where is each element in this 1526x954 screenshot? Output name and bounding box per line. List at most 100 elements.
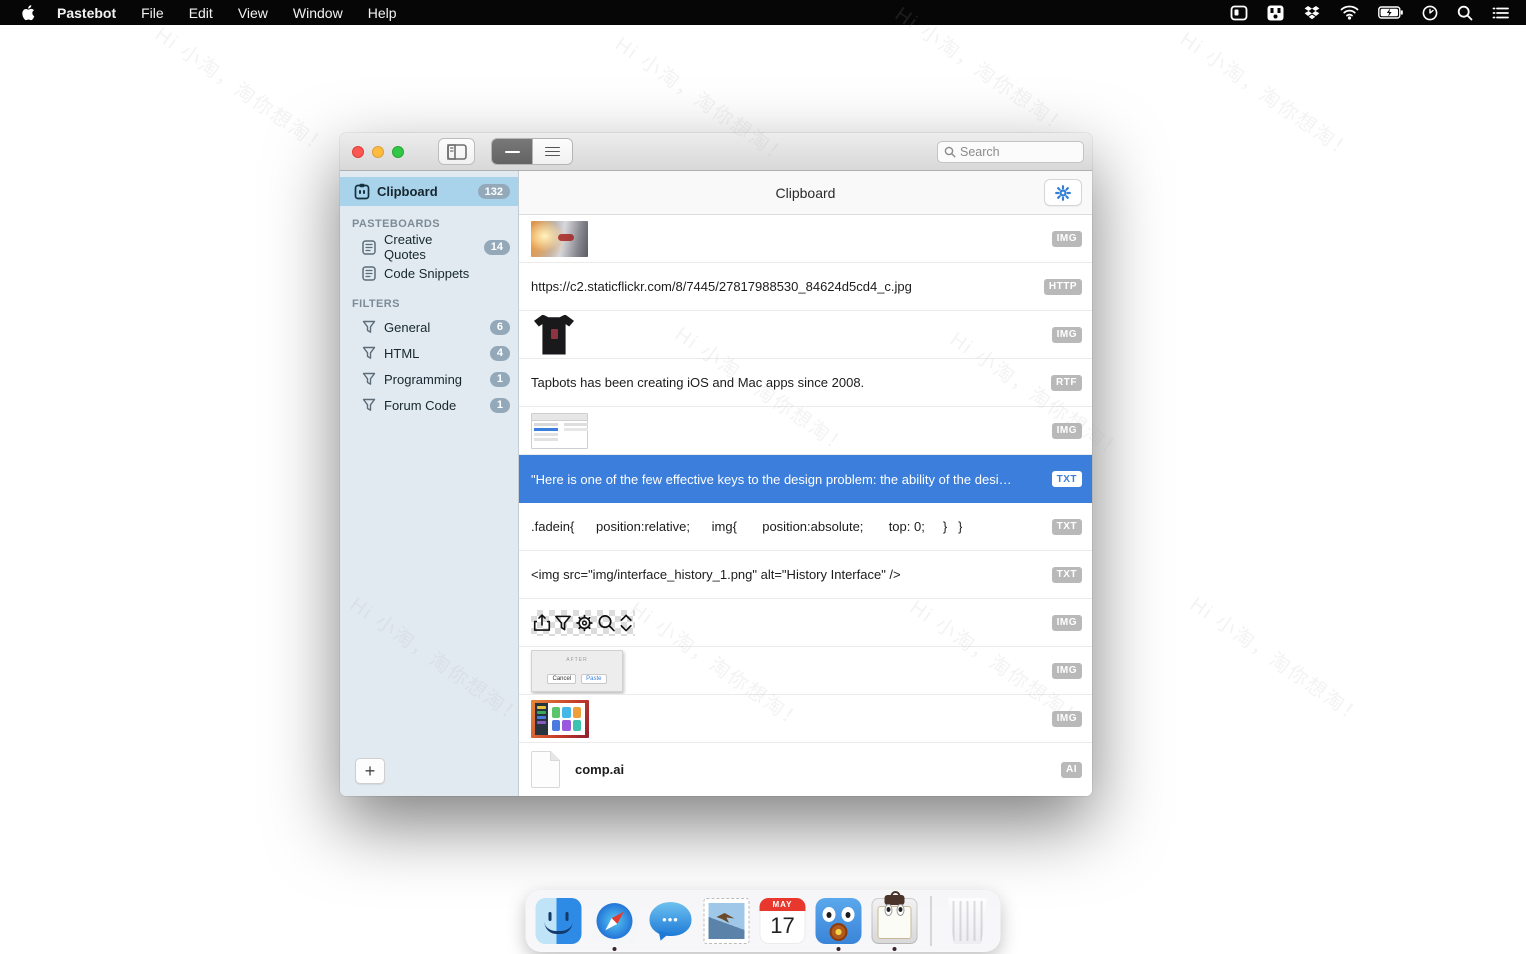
- share-icon: [533, 613, 551, 633]
- list-item[interactable]: IMG: [519, 695, 1092, 743]
- compass-needle: [602, 909, 626, 933]
- search-placeholder: Search: [960, 145, 1000, 159]
- dialog-title: AFTER: [532, 657, 622, 663]
- add-pasteboard-button[interactable]: +: [355, 758, 385, 784]
- pastebot-menu-icon[interactable]: [1230, 5, 1248, 21]
- sidebar-item-general[interactable]: General 6: [340, 314, 518, 340]
- type-badge: IMG: [1052, 711, 1082, 727]
- clipboard-count-badge: 132: [478, 184, 510, 199]
- filter-funnel-icon: [361, 346, 377, 360]
- list-item[interactable]: IMG: [519, 215, 1092, 263]
- sidebar-item-label: Clipboard: [377, 184, 471, 199]
- menu-item-view[interactable]: View: [238, 5, 268, 21]
- dropbox-icon[interactable]: [1303, 5, 1321, 21]
- search-input[interactable]: Search: [937, 141, 1084, 163]
- menu-bar: Pastebot File Edit View Window Help: [0, 0, 1526, 25]
- messages-dock-icon[interactable]: •••: [648, 898, 694, 944]
- sidebar-item-forum-code[interactable]: Forum Code 1: [340, 392, 518, 418]
- type-badge: IMG: [1052, 231, 1082, 247]
- clip-text: "Here is one of the few effective keys t…: [531, 472, 1012, 487]
- apple-menu-icon[interactable]: [21, 5, 36, 21]
- type-badge: AI: [1061, 762, 1082, 778]
- menu-item-file[interactable]: File: [141, 5, 164, 21]
- sidebar-item-clipboard[interactable]: Clipboard 132: [340, 177, 518, 206]
- finder-eye: [566, 912, 569, 921]
- type-badge: TXT: [1052, 567, 1082, 583]
- zoom-button[interactable]: [392, 146, 404, 158]
- calendar-dock-icon[interactable]: MAY 17: [760, 898, 806, 944]
- clip-text: comp.ai: [575, 762, 624, 777]
- type-badge: IMG: [1052, 327, 1082, 343]
- clip-thumbnail-dialog: AFTER Cancel Paste: [531, 650, 623, 692]
- sidebar-item-programming[interactable]: Programming 1: [340, 366, 518, 392]
- clip-thumbnail-colorful: [531, 700, 589, 738]
- type-badge: TXT: [1052, 471, 1082, 487]
- filter-funnel-icon: [361, 372, 377, 386]
- menu-item-help[interactable]: Help: [368, 5, 397, 21]
- mail-dock-icon[interactable]: [704, 898, 750, 944]
- list-item[interactable]: Tapbots has been creating iOS and Mac ap…: [519, 359, 1092, 407]
- clipboard-icon: [354, 183, 370, 200]
- running-indicator: [893, 947, 897, 951]
- detail-view-segment[interactable]: [532, 139, 572, 164]
- clipboard-list: IMG https://c2.staticflickr.com/8/7445/2…: [519, 215, 1092, 796]
- list-item[interactable]: IMG: [519, 407, 1092, 455]
- notification-list-icon[interactable]: [1492, 6, 1510, 20]
- running-indicator: [837, 947, 841, 951]
- funnel-icon: [554, 613, 572, 633]
- sidebar-item-label: General: [384, 320, 483, 335]
- bird-eye: [842, 907, 855, 922]
- spotlight-search-icon[interactable]: [1457, 5, 1473, 21]
- document-file-icon: [531, 751, 560, 788]
- wifi-icon[interactable]: [1340, 5, 1359, 20]
- list-item[interactable]: comp.ai AI: [519, 743, 1092, 796]
- gear-icon: [575, 613, 594, 633]
- minimize-button[interactable]: [372, 146, 384, 158]
- list-item[interactable]: <img src="img/interface_history_1.png" a…: [519, 551, 1092, 599]
- trash-dock-icon[interactable]: [945, 898, 991, 944]
- calendar-day: 17: [760, 911, 806, 941]
- menu-item-edit[interactable]: Edit: [189, 5, 213, 21]
- list-item[interactable]: AFTER Cancel Paste IMG: [519, 647, 1092, 695]
- multi-line-icon: [545, 147, 560, 157]
- list-item[interactable]: IMG: [519, 599, 1092, 647]
- count-badge: 4: [490, 346, 510, 361]
- list-item-selected[interactable]: "Here is one of the few effective keys t…: [519, 455, 1092, 503]
- count-badge: 14: [484, 240, 510, 255]
- filter-funnel-icon: [361, 320, 377, 334]
- list-item[interactable]: IMG: [519, 311, 1092, 359]
- app-menu-icon[interactable]: [1267, 5, 1284, 21]
- list-item[interactable]: .fadein{ position:relative; img{ positio…: [519, 503, 1092, 551]
- safari-dock-icon[interactable]: [592, 898, 638, 944]
- clock-icon[interactable]: [1422, 5, 1438, 21]
- finder-dock-icon[interactable]: [536, 898, 582, 944]
- sidebar-item-label: Creative Quotes: [384, 232, 477, 262]
- gear-icon: [1055, 185, 1071, 201]
- close-button[interactable]: [352, 146, 364, 158]
- dialog-paste-label: Paste: [581, 674, 606, 684]
- menu-item-window[interactable]: Window: [293, 5, 343, 21]
- pasteboard-icon: [361, 240, 377, 255]
- pastebot-dock-icon[interactable]: [872, 898, 918, 944]
- sidebar-item-code-snippets[interactable]: Code Snippets: [340, 260, 518, 286]
- sidebar-toggle-button[interactable]: [438, 138, 475, 165]
- sidebar-item-label: HTML: [384, 346, 483, 361]
- tweetbot-dock-icon[interactable]: [816, 898, 862, 944]
- type-badge: IMG: [1052, 615, 1082, 631]
- finder-eye: [549, 912, 552, 921]
- bird-eye: [823, 907, 836, 922]
- sidebar-item-label: Programming: [384, 372, 483, 387]
- list-view-segment[interactable]: [492, 139, 532, 164]
- list-item[interactable]: https://c2.staticflickr.com/8/7445/27817…: [519, 263, 1092, 311]
- sidebar-item-creative-quotes[interactable]: Creative Quotes 14: [340, 234, 518, 260]
- clip-thumbnail-tshirt: [531, 313, 577, 357]
- panel-title: Clipboard: [776, 185, 836, 201]
- menu-app-name[interactable]: Pastebot: [57, 5, 116, 21]
- window-titlebar[interactable]: Search: [340, 133, 1092, 171]
- settings-button[interactable]: [1044, 179, 1082, 206]
- pastebot-window: Search Clipboard 132 PASTEBOARDS Creativ…: [340, 133, 1092, 796]
- sidebar-item-html[interactable]: HTML 4: [340, 340, 518, 366]
- type-badge: TXT: [1052, 519, 1082, 535]
- search-icon: [944, 146, 956, 158]
- battery-charging-icon[interactable]: [1378, 6, 1403, 19]
